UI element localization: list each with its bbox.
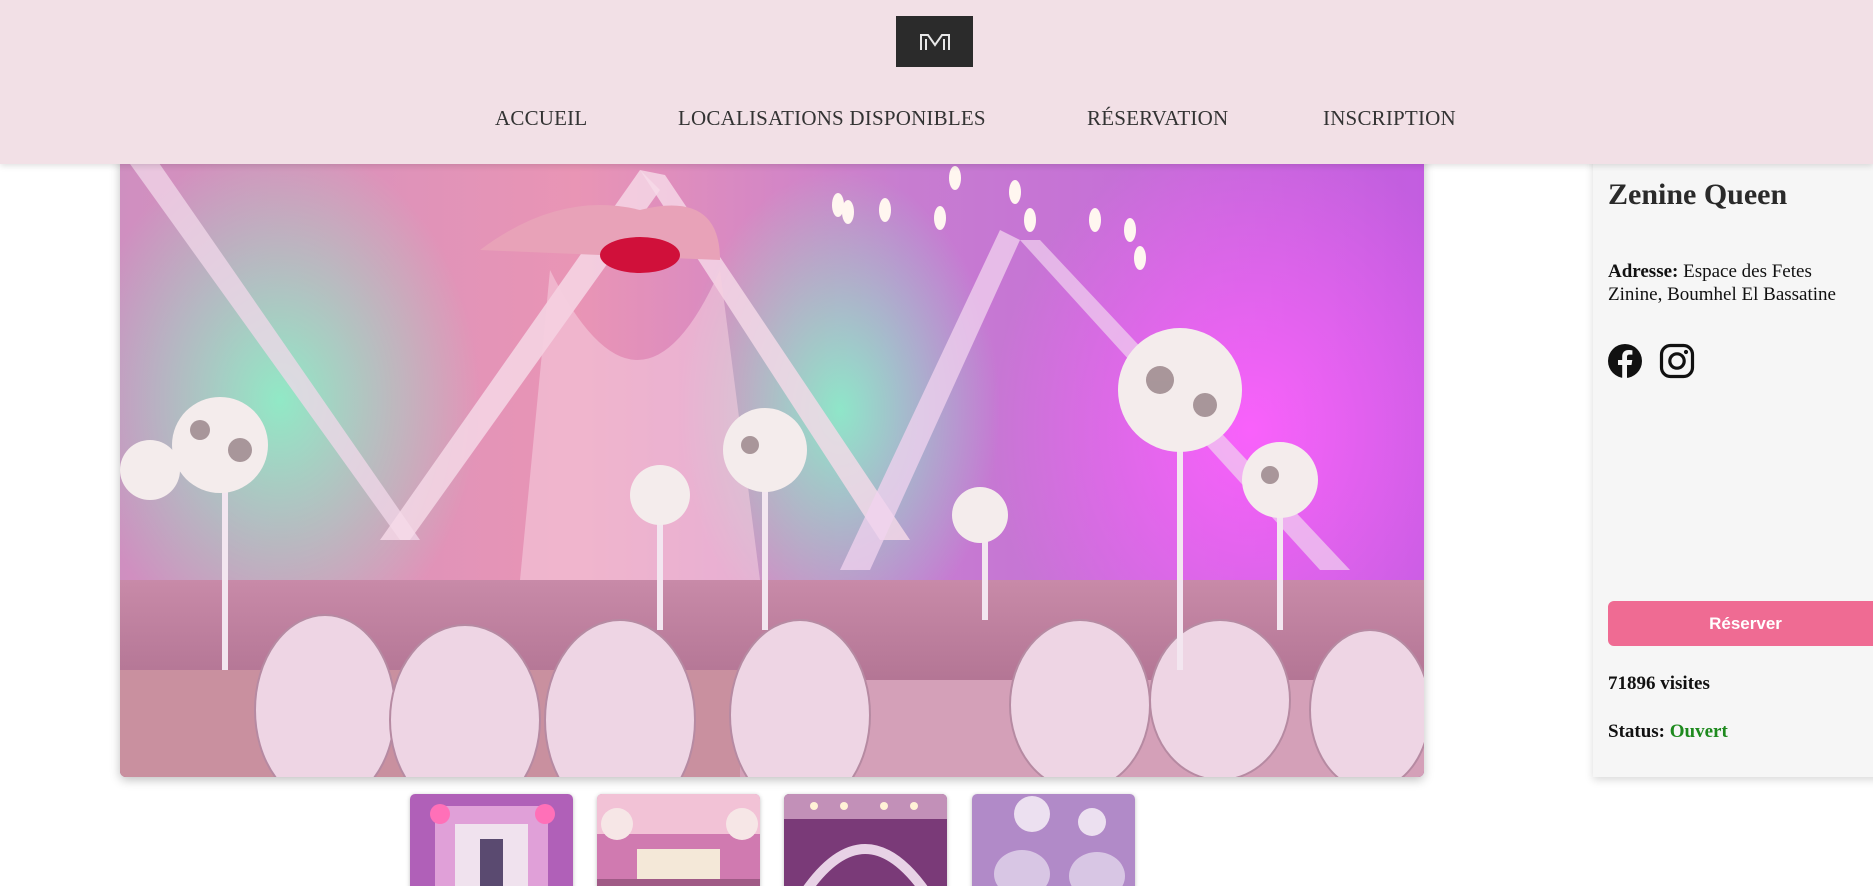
venue-address: Adresse: Espace des Fetes Zinine, Boumhe…: [1608, 260, 1870, 306]
venue-name: Zenine Queen: [1608, 178, 1788, 211]
logo[interactable]: [896, 16, 973, 67]
nav-reservation[interactable]: RÉSERVATION: [1087, 106, 1228, 131]
thumbnail-4[interactable]: [972, 794, 1135, 886]
social-links: [1607, 343, 1695, 379]
venue-info-panel: Zenine Queen Adresse: Espace des Fetes Z…: [1593, 150, 1873, 777]
main-venue-photo[interactable]: [120, 150, 1424, 777]
status-line: Status: Ouvert: [1608, 721, 1728, 743]
address-label: Adresse:: [1608, 261, 1679, 282]
thumbnail-2[interactable]: [597, 794, 760, 886]
thumbnail-3[interactable]: [784, 794, 947, 886]
status-label: Status:: [1608, 721, 1666, 742]
logo-icon: [919, 33, 950, 50]
status-badge: Ouvert: [1669, 721, 1728, 742]
nav-localisations[interactable]: LOCALISATIONS DISPONIBLES: [678, 106, 986, 131]
main-nav: ACCUEIL LOCALISATIONS DISPONIBLES RÉSERV…: [0, 106, 1873, 132]
visit-count: 71896 visites: [1608, 673, 1710, 694]
nav-accueil[interactable]: ACCUEIL: [495, 106, 587, 131]
thumbnail-1[interactable]: [410, 794, 573, 886]
instagram-icon[interactable]: [1659, 343, 1695, 379]
reserve-button[interactable]: Réserver: [1608, 601, 1873, 646]
nav-inscription[interactable]: INSCRIPTION: [1323, 106, 1456, 131]
facebook-icon[interactable]: [1607, 343, 1643, 379]
site-header: ACCUEIL LOCALISATIONS DISPONIBLES RÉSERV…: [0, 0, 1873, 164]
